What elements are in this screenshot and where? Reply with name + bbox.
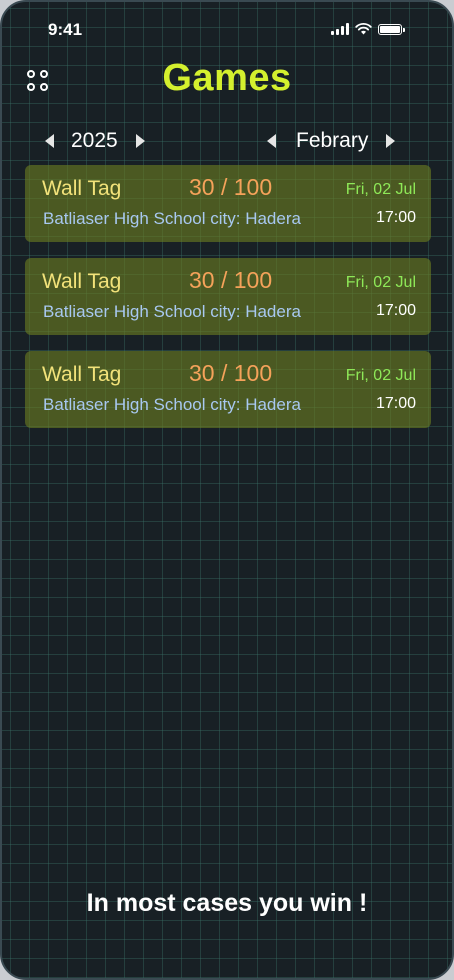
status-icons	[331, 23, 405, 35]
month-next-chevron-right-icon[interactable]	[386, 134, 396, 148]
game-card[interactable]: Wall Tag 30 / 100 Fri, 02 Jul Batliaser …	[25, 258, 431, 335]
year-next-chevron-right-icon[interactable]	[135, 134, 145, 148]
wifi-icon	[355, 23, 372, 35]
signal-icon	[331, 23, 349, 35]
game-time: 17:00	[375, 209, 416, 226]
game-card[interactable]: Wall Tag 30 / 100 Fri, 02 Jul Batliaser …	[25, 351, 431, 428]
game-venue: Batliaser High School city: Hadera	[43, 209, 301, 228]
game-venue: Batliaser High School city: Hadera	[43, 302, 301, 321]
game-name: Wall Tag	[42, 177, 122, 200]
year-selector: 2025	[45, 126, 145, 156]
game-card[interactable]: Wall Tag 30 / 100 Fri, 02 Jul Batliaser …	[25, 165, 431, 242]
game-date: Fri, 02 Jul	[345, 367, 416, 384]
phone-screen: 9:41 Games 2025 Febrary Wall Tag 30 / 10…	[0, 0, 454, 980]
status-time: 9:41	[48, 20, 83, 39]
year-prev-chevron-left-icon[interactable]	[45, 134, 54, 148]
month-selector: Febrary	[267, 126, 396, 156]
game-score: 30 / 100	[189, 360, 273, 386]
battery-icon	[378, 24, 405, 35]
game-venue: Batliaser High School city: Hadera	[43, 395, 301, 414]
game-score: 30 / 100	[189, 174, 273, 200]
page-title: Games	[162, 57, 292, 99]
year-value: 2025	[71, 129, 118, 152]
month-prev-chevron-left-icon[interactable]	[267, 134, 276, 148]
game-time: 17:00	[375, 395, 416, 412]
footer-message: In most cases you win !	[86, 889, 368, 917]
game-date: Fri, 02 Jul	[345, 274, 416, 291]
status-bar: 9:41	[2, 2, 452, 52]
game-date: Fri, 02 Jul	[345, 181, 416, 198]
game-time: 17:00	[375, 302, 416, 319]
game-name: Wall Tag	[42, 270, 122, 293]
month-value: Febrary	[296, 129, 369, 152]
game-score: 30 / 100	[189, 267, 273, 293]
game-name: Wall Tag	[42, 363, 122, 386]
